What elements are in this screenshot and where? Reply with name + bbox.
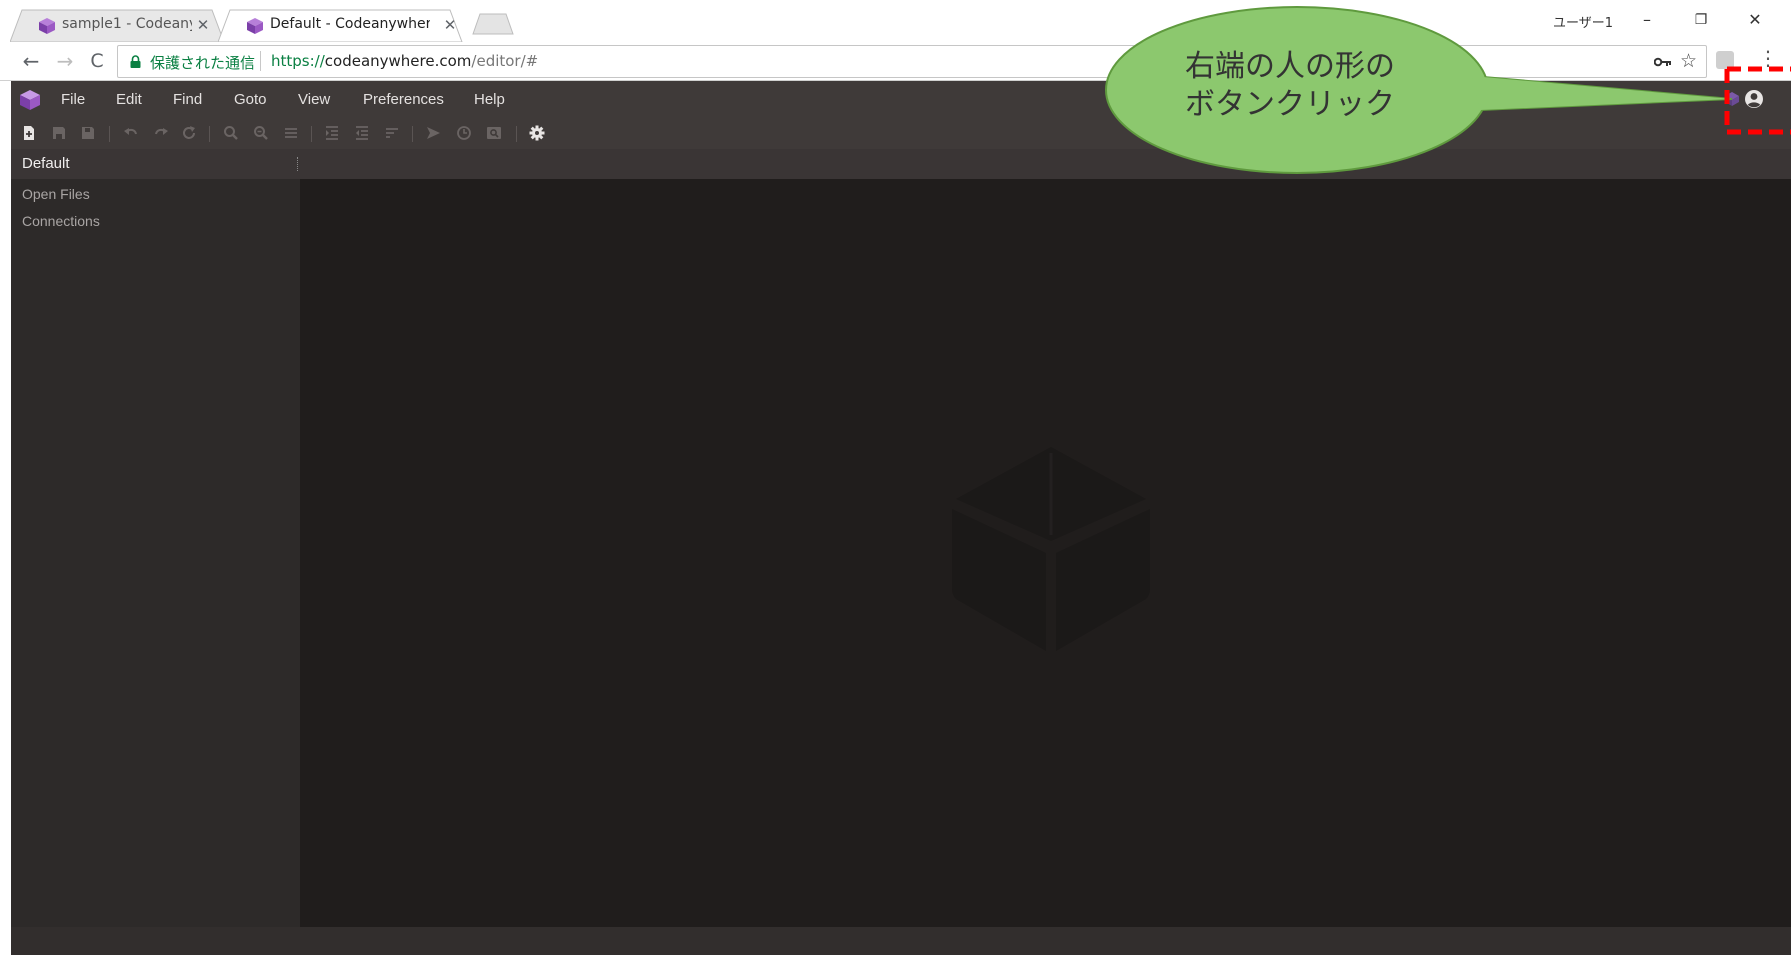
star-icon[interactable]: ☆ (1680, 50, 1697, 72)
sidebar-resize-handle[interactable] (297, 157, 299, 171)
toolbar-separator (209, 126, 210, 142)
new-tab-button[interactable] (472, 13, 516, 35)
search-icon[interactable] (223, 125, 239, 141)
url-path: /editor/# (471, 52, 539, 70)
key-icon[interactable] (1654, 56, 1672, 68)
indent-icon[interactable] (324, 125, 340, 141)
close-window-button[interactable]: ✕ (1735, 6, 1775, 34)
app-icon-toolbar (11, 117, 1791, 149)
status-bar (11, 927, 1791, 955)
editor-area[interactable] (300, 179, 1791, 927)
outdent-icon[interactable] (354, 125, 370, 141)
app-menubar: File Edit Find Goto View Preferences Hel… (11, 81, 1791, 117)
extension-icon[interactable] (1716, 51, 1734, 69)
sort-icon[interactable] (384, 125, 400, 141)
secure-connection-label[interactable]: 保護された通信 (150, 52, 255, 73)
url-separator (260, 51, 261, 71)
codeanywhere-watermark-icon (952, 447, 1150, 651)
undo-icon[interactable] (123, 125, 139, 141)
user-account-icon[interactable] (1744, 89, 1764, 109)
menu-file[interactable]: File (61, 91, 85, 108)
save-all-icon[interactable] (80, 125, 96, 141)
forward-button[interactable]: → (52, 48, 78, 74)
tab-sample1[interactable]: sample1 - Codeanywhere ✕ (10, 9, 224, 42)
toolbar-separator (109, 126, 110, 142)
refresh-icon[interactable] (181, 125, 197, 141)
browser-toolbar: ← → C 保護された通信 https://codeanywhere.com/e… (0, 42, 1791, 81)
toolbar-separator (311, 126, 312, 142)
minimize-button[interactable]: – (1627, 6, 1667, 34)
redo-icon[interactable] (153, 125, 169, 141)
tab-title: sample1 - Codeanywhere (62, 16, 192, 32)
codeanywhere-favicon-icon (247, 18, 263, 34)
url-scheme: https:// (271, 52, 325, 70)
sidebar-title[interactable]: Default (22, 155, 70, 172)
menu-help[interactable]: Help (474, 91, 505, 108)
search-replace-icon[interactable] (253, 125, 269, 141)
new-file-icon[interactable] (21, 125, 37, 141)
list-icon[interactable] (283, 125, 299, 141)
tab-default[interactable]: Default - Codeanywhere ✕ (218, 9, 474, 42)
window-user-name[interactable]: ユーザー1 (1553, 12, 1613, 31)
reload-button[interactable]: C (84, 48, 110, 74)
sidebar-header: Default (11, 149, 300, 179)
menu-preferences[interactable]: Preferences (363, 91, 444, 108)
chrome-menu-icon[interactable]: ⋮ (1758, 48, 1778, 68)
gear-icon[interactable] (529, 125, 545, 141)
codeanywhere-favicon-icon (39, 18, 55, 34)
menu-goto[interactable]: Goto (234, 91, 267, 108)
preview-icon[interactable] (486, 125, 502, 141)
save-icon[interactable] (51, 125, 67, 141)
menu-find[interactable]: Find (173, 91, 202, 108)
sidebar: Default Open Files Connections (11, 149, 300, 927)
tab-close-icon[interactable]: ✕ (443, 16, 457, 34)
menu-edit[interactable]: Edit (116, 91, 142, 108)
history-icon[interactable] (456, 125, 472, 141)
browser-tab-strip: sample1 - Codeanywhere ✕ Default - Codea… (0, 0, 1791, 42)
codeanywhere-logo-icon[interactable] (19, 89, 41, 111)
toolbar-separator (412, 126, 413, 142)
codeanywhere-app: File Edit Find Goto View Preferences Hel… (11, 81, 1791, 955)
address-bar[interactable]: 保護された通信 https://codeanywhere.com/editor/… (117, 45, 1707, 78)
restore-button[interactable]: ❐ (1681, 6, 1721, 34)
lock-icon (130, 55, 141, 68)
url-text[interactable]: https://codeanywhere.com/editor/# (271, 52, 538, 70)
menu-view[interactable]: View (298, 91, 330, 108)
sidebar-item-open-files[interactable]: Open Files (22, 186, 90, 202)
editor-tab-bar (300, 149, 1791, 179)
back-button[interactable]: ← (18, 48, 44, 74)
screenshot-root: sample1 - Codeanywhere ✕ Default - Codea… (0, 0, 1791, 955)
tab-title: Default - Codeanywhere (270, 16, 430, 32)
share-icon[interactable] (1725, 92, 1739, 106)
tab-close-icon[interactable]: ✕ (196, 16, 210, 34)
sidebar-item-connections[interactable]: Connections (22, 213, 100, 229)
url-host: codeanywhere.com (324, 52, 472, 70)
toolbar-separator (516, 126, 517, 142)
run-icon[interactable] (425, 125, 441, 141)
